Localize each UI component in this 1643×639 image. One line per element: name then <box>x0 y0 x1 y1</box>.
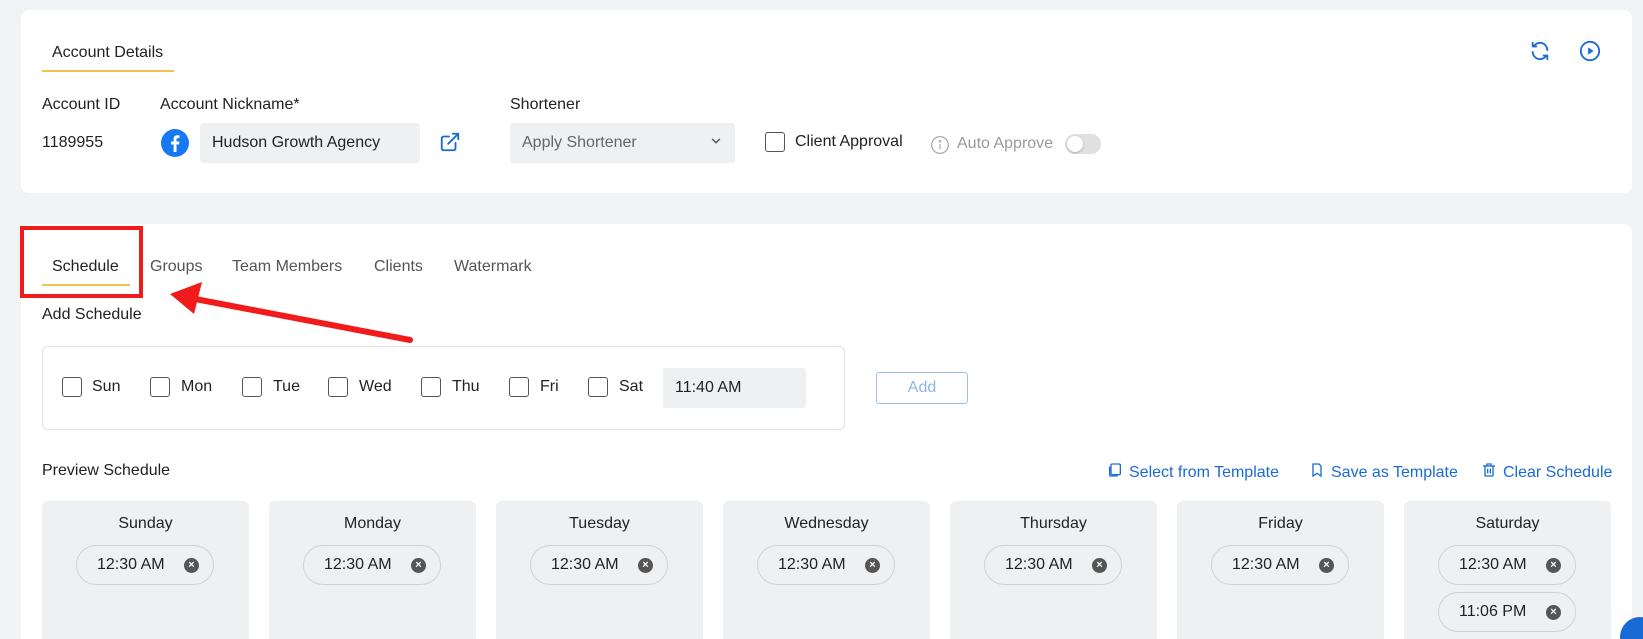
time-chip-label: 12:30 AM <box>551 556 619 573</box>
remove-time-icon[interactable]: × <box>1546 605 1561 620</box>
time-chip-label: 12:30 AM <box>324 556 392 573</box>
time-chip-label: 12:30 AM <box>97 556 165 573</box>
toggle-knob <box>1067 136 1083 152</box>
day-checkbox-wed[interactable] <box>328 377 348 397</box>
info-icon <box>930 135 950 155</box>
shortener-label: Shortener <box>510 96 581 113</box>
day-title: Wednesday <box>784 515 869 532</box>
trash-icon <box>1481 462 1497 483</box>
time-chip: 12:30 AM × <box>76 545 214 585</box>
remove-time-icon[interactable]: × <box>1092 558 1107 573</box>
select-from-template-label: Select from Template <box>1129 463 1279 481</box>
remove-time-icon[interactable]: × <box>1546 558 1561 573</box>
time-chip-label: 12:30 AM <box>1005 556 1073 573</box>
day-column-monday: Monday 12:30 AM × <box>269 501 476 639</box>
tab-team-members[interactable]: Team Members <box>232 258 342 276</box>
day-column-saturday: Saturday 12:30 AM × 11:06 PM × <box>1404 501 1611 639</box>
time-chip: 12:30 AM × <box>984 545 1122 585</box>
remove-time-icon[interactable]: × <box>411 558 426 573</box>
auto-approve-toggle[interactable] <box>1065 134 1101 154</box>
save-as-template-label: Save as Template <box>1331 463 1458 481</box>
day-column-sunday: Sunday 12:30 AM × <box>42 501 249 639</box>
time-chip: 12:30 AM × <box>1211 545 1349 585</box>
client-approval-checkbox[interactable] <box>765 132 785 152</box>
remove-time-icon[interactable]: × <box>865 558 880 573</box>
time-chip: 12:30 AM × <box>757 545 895 585</box>
auto-approve-label: Auto Approve <box>957 135 1054 152</box>
day-label-sun: Sun <box>92 378 121 395</box>
day-label-wed: Wed <box>359 378 392 395</box>
refresh-icon[interactable] <box>1529 40 1551 62</box>
annotation-highlight-box <box>20 226 143 298</box>
template-icon <box>1107 462 1123 483</box>
add-button[interactable]: Add <box>876 372 968 404</box>
time-chip-label: 12:30 AM <box>1232 556 1300 573</box>
time-chip: 12:30 AM × <box>303 545 441 585</box>
time-chip-label: 12:30 AM <box>778 556 846 573</box>
day-title: Saturday <box>1475 515 1540 532</box>
remove-time-icon[interactable]: × <box>638 558 653 573</box>
external-link-icon[interactable] <box>439 131 461 153</box>
time-chip: 11:06 PM × <box>1438 592 1576 632</box>
chevron-down-icon <box>709 134 723 153</box>
remove-time-icon[interactable]: × <box>184 558 199 573</box>
day-label-mon: Mon <box>181 378 213 395</box>
add-schedule-title: Add Schedule <box>42 306 142 323</box>
day-title: Monday <box>344 515 401 532</box>
day-label-tue: Tue <box>273 378 300 395</box>
shortener-select[interactable]: Apply Shortener <box>510 123 735 163</box>
day-checkbox-thu[interactable] <box>421 377 441 397</box>
day-title: Tuesday <box>569 515 630 532</box>
tab-account-details[interactable]: Account Details <box>52 44 163 62</box>
save-as-template-link[interactable]: Save as Template <box>1309 462 1458 483</box>
remove-time-icon[interactable]: × <box>1319 558 1334 573</box>
tab-groups[interactable]: Groups <box>150 258 202 276</box>
day-column-thursday: Thursday 12:30 AM × <box>950 501 1157 639</box>
annotation-arrow <box>170 282 413 343</box>
time-input[interactable]: 11:40 AM <box>663 368 806 408</box>
time-chip: 12:30 AM × <box>1438 545 1576 585</box>
day-column-wednesday: Wednesday 12:30 AM × <box>723 501 930 639</box>
time-chip-label: 11:06 PM <box>1459 603 1527 620</box>
account-id-value: 1189955 <box>42 134 104 151</box>
play-icon[interactable] <box>1579 40 1601 62</box>
tab-watermark[interactable]: Watermark <box>454 258 532 276</box>
shortener-select-value: Apply Shortener <box>522 134 637 151</box>
day-column-tuesday: Tuesday 12:30 AM × <box>496 501 703 639</box>
day-checkbox-tue[interactable] <box>242 377 262 397</box>
account-id-label: Account ID <box>42 96 121 113</box>
time-chip-label: 12:30 AM <box>1459 556 1527 573</box>
account-nickname-label: Account Nickname* <box>160 96 300 113</box>
preview-schedule-title: Preview Schedule <box>42 462 171 479</box>
day-label-thu: Thu <box>452 378 480 395</box>
account-nickname-input[interactable]: Hudson Growth Agency <box>200 123 420 163</box>
day-title: Friday <box>1258 515 1303 532</box>
tab-underline <box>42 70 174 72</box>
day-label-fri: Fri <box>540 378 559 395</box>
day-checkbox-fri[interactable] <box>509 377 529 397</box>
day-title: Sunday <box>118 515 173 532</box>
day-title: Thursday <box>1020 515 1087 532</box>
day-checkbox-sat[interactable] <box>588 377 608 397</box>
tab-clients[interactable]: Clients <box>374 258 423 276</box>
select-from-template-link[interactable]: Select from Template <box>1107 462 1279 483</box>
clear-schedule-link[interactable]: Clear Schedule <box>1481 462 1612 483</box>
day-column-friday: Friday 12:30 AM × <box>1177 501 1384 639</box>
clear-schedule-label: Clear Schedule <box>1503 463 1613 481</box>
day-checkbox-mon[interactable] <box>150 377 170 397</box>
time-chip: 12:30 AM × <box>530 545 668 585</box>
day-checkbox-sun[interactable] <box>62 377 82 397</box>
facebook-icon <box>160 128 190 158</box>
bookmark-icon <box>1309 462 1325 483</box>
client-approval-label: Client Approval <box>795 133 903 150</box>
day-label-sat: Sat <box>619 378 644 395</box>
